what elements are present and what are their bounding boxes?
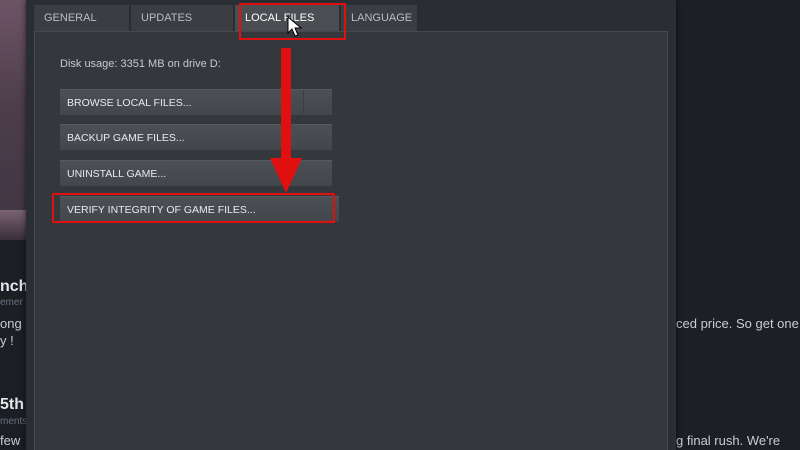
tab-updates[interactable]: UPDATES <box>131 5 233 31</box>
local-files-panel: Disk usage: 3351 MB on drive D: BROWSE L… <box>34 31 668 450</box>
mouse-cursor-icon <box>287 16 303 37</box>
bg-news-text-right-1: ced price. So get one, <box>676 316 800 331</box>
bg-news-text-2: few <box>0 433 21 448</box>
bg-right-news-panel: ced price. So get one, g final rush. We'… <box>676 0 800 450</box>
bg-news-text-1b: y ! <box>0 333 14 348</box>
down-arrow-icon <box>270 48 302 193</box>
bg-news-subtitle-2: ments <box>0 416 28 427</box>
bg-news-title-1: nch <box>0 278 29 295</box>
disk-usage-label: Disk usage: 3351 MB on drive D: <box>60 58 221 70</box>
tab-bar: GENERAL UPDATES LOCAL FILES LANGUAGE <box>34 5 419 31</box>
game-banner-art <box>0 0 26 240</box>
verify-highlight-box <box>52 193 335 223</box>
game-properties-dialog: GENERAL UPDATES LOCAL FILES LANGUAGE Dis… <box>26 0 676 450</box>
tab-language[interactable]: LANGUAGE <box>341 5 417 31</box>
bg-news-title-2: 5th <box>0 396 24 413</box>
tab-general[interactable]: GENERAL <box>34 5 129 31</box>
bg-news-subtitle-1: emer <box>0 297 23 308</box>
bg-news-text-1a: ong l <box>0 316 29 331</box>
bg-news-text-right-2: g final rush. We're <box>676 433 781 448</box>
